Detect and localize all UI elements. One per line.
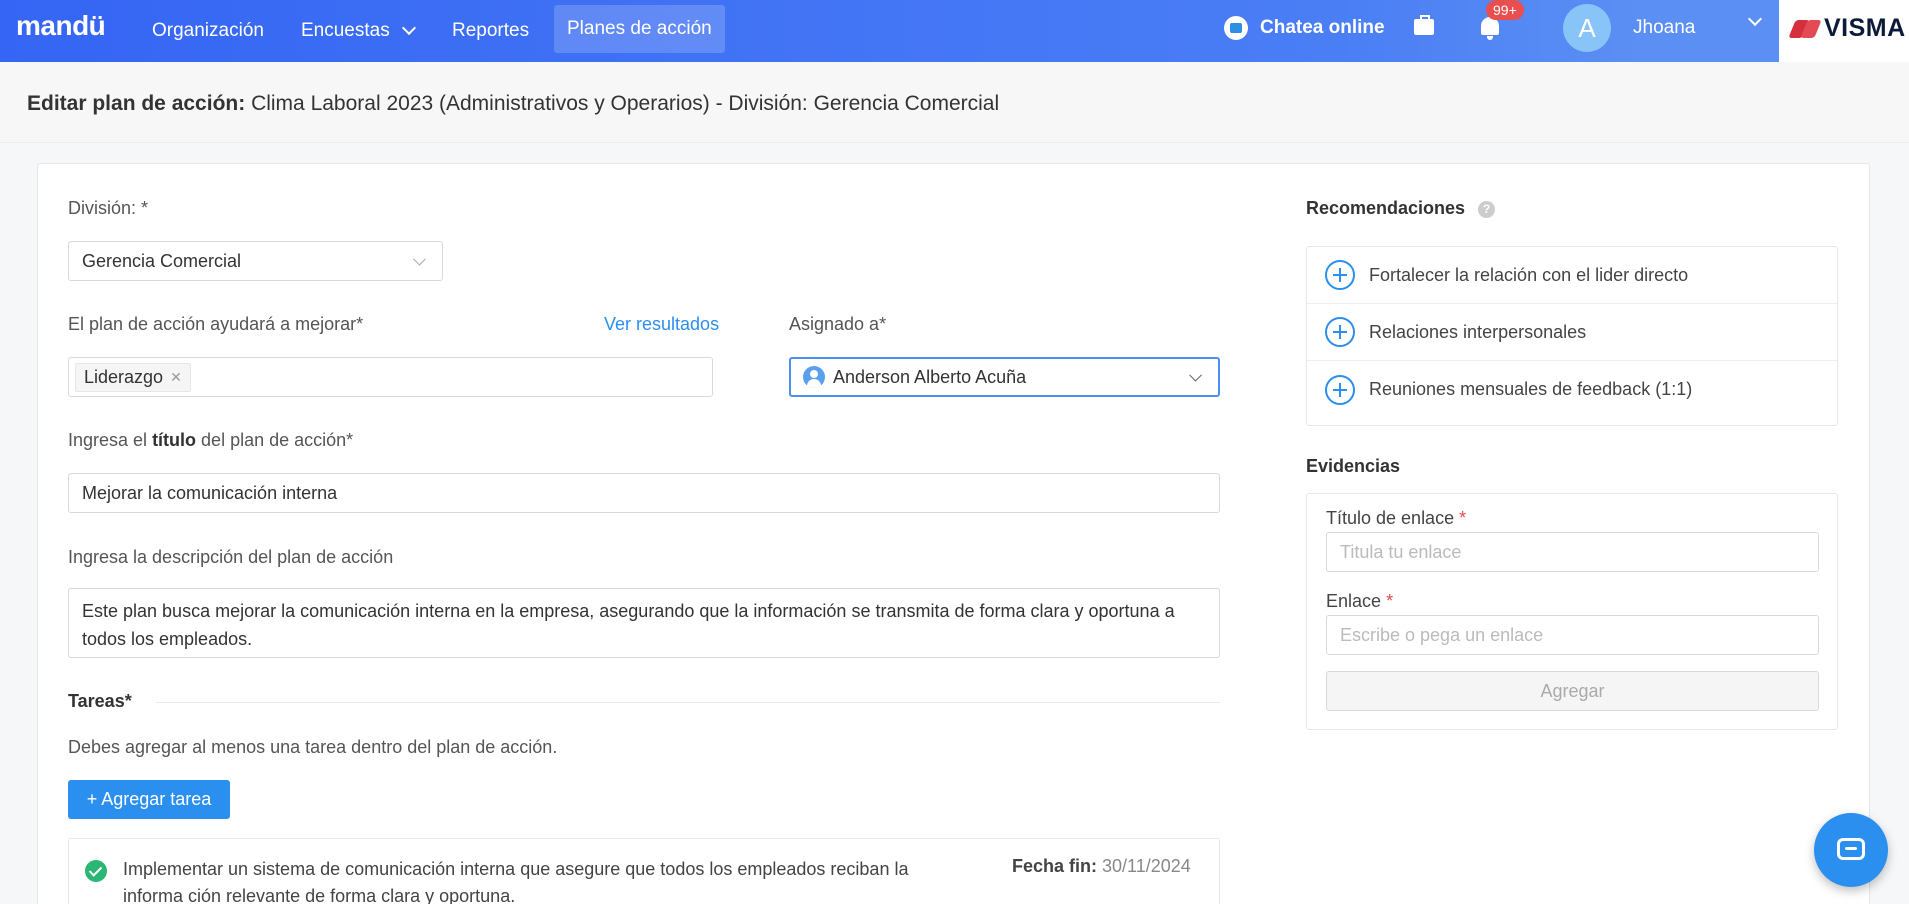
task-due-label: Fecha fin: bbox=[1012, 856, 1098, 876]
title-input[interactable]: Mejorar la comunicación interna bbox=[68, 473, 1220, 513]
improve-label: El plan de acción ayudará a mejorar* bbox=[68, 314, 364, 334]
recommendation-item[interactable]: Fortalecer la relación con el lider dire… bbox=[1307, 247, 1837, 304]
see-results-link[interactable]: Ver resultados bbox=[604, 314, 719, 335]
page-title-rest: Clima Laboral 2023 (Administrativos y Op… bbox=[251, 92, 1000, 115]
check-circle-icon bbox=[85, 860, 107, 882]
title-label-post: del plan de acción* bbox=[196, 430, 354, 450]
recommendations-list: Fortalecer la relación con el lider dire… bbox=[1306, 246, 1838, 426]
chat-bubble-icon bbox=[1837, 838, 1865, 860]
chat-online-label: Chatea online bbox=[1260, 17, 1385, 38]
division-value: Gerencia Comercial bbox=[82, 250, 242, 271]
description-label: Ingresa la descripción del plan de acció… bbox=[68, 547, 394, 567]
tasks-hint: Debes agregar al menos una tarea dentro … bbox=[68, 737, 558, 757]
division-select[interactable]: Gerencia Comercial bbox=[68, 241, 443, 281]
close-icon[interactable]: ✕ bbox=[170, 369, 182, 386]
evidence-form: Título de enlace * Titula tu enlace Enla… bbox=[1306, 493, 1838, 730]
recommendation-label: Reuniones mensuales de feedback (1:1) bbox=[1369, 379, 1693, 399]
page-header: Editar plan de acción: Clima Laboral 202… bbox=[0, 62, 1909, 143]
task-due-date: Fecha fin: 30/11/2024 bbox=[1012, 856, 1191, 877]
help-icon[interactable]: ? bbox=[1478, 200, 1496, 218]
page-title-bold: Editar plan de acción: bbox=[27, 92, 246, 115]
chat-online-button[interactable]: Chatea online bbox=[1224, 0, 1385, 56]
user-icon bbox=[803, 366, 825, 388]
nav-item-organizacion[interactable]: Organización bbox=[152, 0, 264, 62]
nav-item-label: Planes de acción bbox=[567, 18, 712, 39]
edit-plan-card: División: * Gerencia Comercial El plan d… bbox=[37, 163, 1870, 904]
link-title-placeholder: Titula tu enlace bbox=[1340, 541, 1462, 562]
title-value: Mejorar la comunicación interna bbox=[82, 482, 338, 503]
link-title-input[interactable]: Titula tu enlace bbox=[1326, 532, 1819, 572]
division-label: División: * bbox=[68, 198, 149, 218]
nav-item-label: Encuestas bbox=[301, 20, 390, 41]
description-textarea[interactable]: Este plan busca mejorar la comunicación … bbox=[68, 588, 1220, 658]
plus-circle-icon bbox=[1325, 317, 1355, 347]
tasks-title: Tareas* bbox=[68, 691, 132, 711]
tag-label: Liderazgo bbox=[84, 366, 164, 387]
nav-item-planes-de-accion[interactable]: Planes de acción bbox=[554, 5, 725, 53]
required-mark: * bbox=[1386, 591, 1394, 611]
title-label-bold: título bbox=[152, 430, 197, 450]
task-text: Implementar un sistema de comunicación i… bbox=[123, 859, 909, 904]
navbar-background bbox=[0, 0, 1909, 62]
visma-logo: VISMA bbox=[1790, 14, 1906, 43]
task-due-value: 30/11/2024 bbox=[1102, 856, 1191, 876]
chevron-down-icon bbox=[401, 20, 416, 36]
nav-item-reportes[interactable]: Reportes bbox=[452, 0, 529, 62]
nav-item-label: Reportes bbox=[452, 20, 530, 41]
tag-liderazgo: Liderazgo ✕ bbox=[75, 362, 191, 392]
improve-tags-input[interactable]: Liderazgo ✕ bbox=[68, 357, 713, 397]
chevron-down-icon bbox=[413, 252, 426, 266]
visma-logo-mark bbox=[1790, 18, 1822, 40]
tasks-divider bbox=[156, 702, 1220, 703]
link-label: Enlace * bbox=[1326, 591, 1393, 612]
chat-icon bbox=[1224, 16, 1248, 40]
recommendations-title: Recomendaciones ? bbox=[1306, 198, 1496, 219]
user-name[interactable]: Jhoana bbox=[1633, 0, 1695, 56]
nav-item-label: Organización bbox=[152, 20, 264, 41]
link-title-label-text: Título de enlace bbox=[1326, 508, 1455, 528]
avatar[interactable]: A bbox=[1563, 4, 1611, 52]
assigned-value: Anderson Alberto Acuña bbox=[833, 366, 1027, 387]
top-navbar: mandü Organización Encuestas Reportes Pl… bbox=[0, 0, 1909, 62]
assigned-select[interactable]: Anderson Alberto Acuña bbox=[789, 357, 1220, 397]
app-logo[interactable]: mandü bbox=[16, 10, 106, 42]
plus-circle-icon bbox=[1325, 374, 1355, 405]
notification-badge: 99+ bbox=[1486, 0, 1524, 20]
add-evidence-button[interactable]: Agregar bbox=[1326, 671, 1819, 711]
add-task-button[interactable]: + Agregar tarea bbox=[68, 780, 230, 819]
task-item[interactable]: Implementar un sistema de comunicación i… bbox=[68, 838, 1220, 904]
recommendation-item[interactable]: Relaciones interpersonales bbox=[1307, 304, 1837, 361]
link-label-text: Enlace bbox=[1326, 591, 1382, 611]
title-label: Ingresa el título del plan de acción* bbox=[68, 430, 353, 451]
recommendation-label: Relaciones interpersonales bbox=[1369, 321, 1587, 342]
recommendation-item[interactable]: Reuniones mensuales de feedback (1:1) bbox=[1307, 361, 1837, 418]
plus-circle-icon bbox=[1325, 260, 1355, 290]
recommendation-label: Fortalecer la relación con el lider dire… bbox=[1369, 264, 1689, 285]
required-mark: * bbox=[1459, 508, 1467, 528]
page-title: Editar plan de acción: Clima Laboral 202… bbox=[27, 92, 999, 116]
chat-widget-button[interactable] bbox=[1814, 813, 1888, 887]
recommendations-title-text: Recomendaciones bbox=[1306, 198, 1466, 218]
assigned-label: Asignado a* bbox=[789, 314, 887, 334]
title-label-pre: Ingresa el bbox=[68, 430, 153, 450]
nav-item-encuestas[interactable]: Encuestas bbox=[301, 0, 416, 62]
link-title-label: Título de enlace * bbox=[1326, 508, 1466, 529]
brand-name: VISMA bbox=[1824, 14, 1906, 42]
link-input[interactable]: Escribe o pega un enlace bbox=[1326, 615, 1819, 655]
briefcase-icon[interactable] bbox=[1414, 15, 1434, 35]
chevron-down-icon bbox=[1189, 368, 1202, 382]
link-placeholder: Escribe o pega un enlace bbox=[1340, 624, 1544, 645]
evidence-title: Evidencias bbox=[1306, 456, 1401, 476]
